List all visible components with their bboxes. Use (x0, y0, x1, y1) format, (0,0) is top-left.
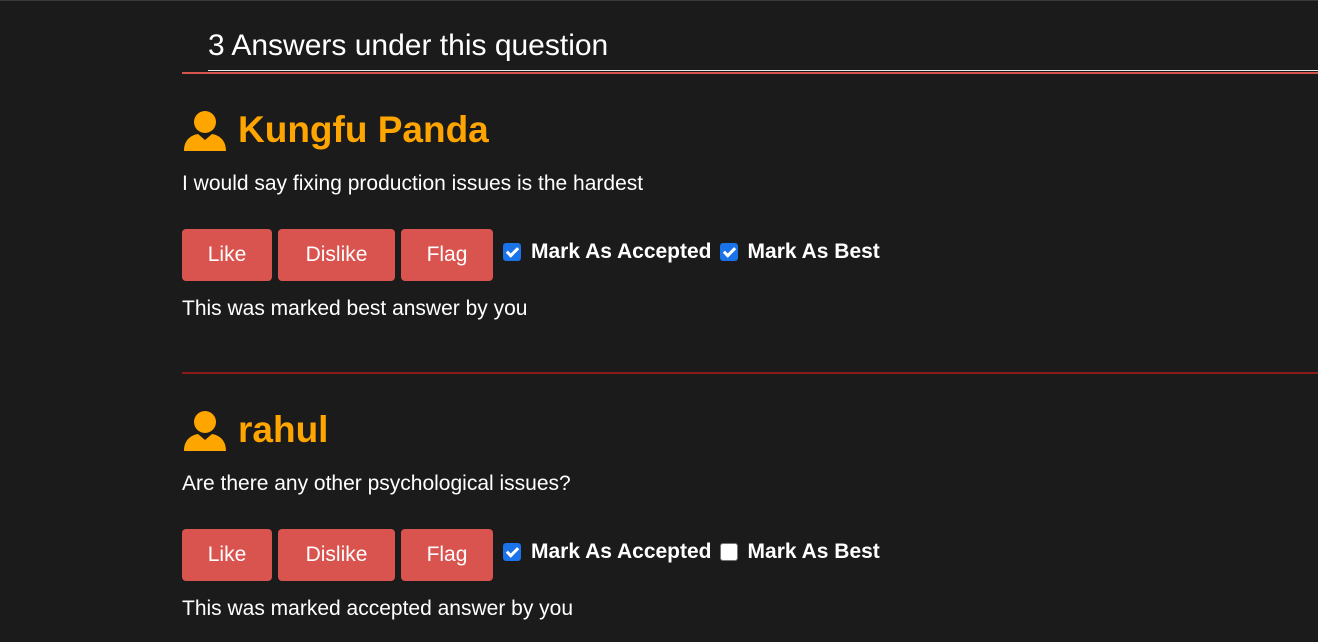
mark-best-option[interactable]: Mark As Best (719, 240, 880, 263)
mark-best-label: Mark As Best (747, 240, 880, 263)
answer-actions: Like Dislike Flag Mark As Accepted Mark … (182, 229, 1318, 283)
answer-status: This was marked accepted answer by you (182, 597, 574, 620)
answer-text: Are there any other psychological issues… (182, 472, 571, 495)
heading-divider (182, 72, 1318, 74)
mark-accepted-checkbox[interactable] (503, 243, 521, 261)
mark-best-checkbox[interactable] (719, 243, 738, 261)
author-name[interactable]: rahul (238, 409, 328, 451)
mark-accepted-label: Mark As Accepted (531, 240, 712, 263)
author-name[interactable]: Kungfu Panda (238, 109, 489, 151)
answer-status: This was marked best answer by you (182, 297, 528, 320)
answer-text: I would say fixing production issues is … (182, 172, 644, 195)
user-icon (184, 111, 226, 151)
user-icon (184, 411, 226, 451)
heading-underline (208, 70, 1318, 71)
mark-accepted-option[interactable]: Mark As Accepted (503, 541, 712, 563)
answer-author: Kungfu Panda (182, 101, 1318, 159)
answer-actions: Like Dislike Flag Mark As Accepted Mark … (182, 529, 1318, 583)
flag-button[interactable]: Flag (401, 229, 493, 281)
mark-accepted-option[interactable]: Mark As Accepted (503, 241, 712, 263)
answer-card: rahul Are there any other psychological … (182, 401, 1318, 621)
answer-card: Kungfu Panda I would say fixing producti… (182, 101, 1318, 321)
mark-accepted-checkbox[interactable] (503, 543, 521, 561)
flag-button[interactable]: Flag (401, 529, 493, 581)
mark-best-checkbox[interactable] (719, 543, 738, 561)
dislike-button[interactable]: Dislike (278, 529, 395, 581)
answers-heading: 3 Answers under this question (208, 29, 609, 62)
answer-divider (182, 372, 1318, 374)
mark-best-label: Mark As Best (747, 540, 880, 563)
like-button[interactable]: Like (182, 229, 272, 281)
answer-author: rahul (182, 401, 1318, 459)
answers-page: 3 Answers under this question Kungfu Pan… (0, 0, 1318, 642)
dislike-button[interactable]: Dislike (278, 229, 395, 281)
mark-accepted-label: Mark As Accepted (531, 540, 712, 563)
like-button[interactable]: Like (182, 529, 272, 581)
mark-best-option[interactable]: Mark As Best (719, 540, 880, 563)
